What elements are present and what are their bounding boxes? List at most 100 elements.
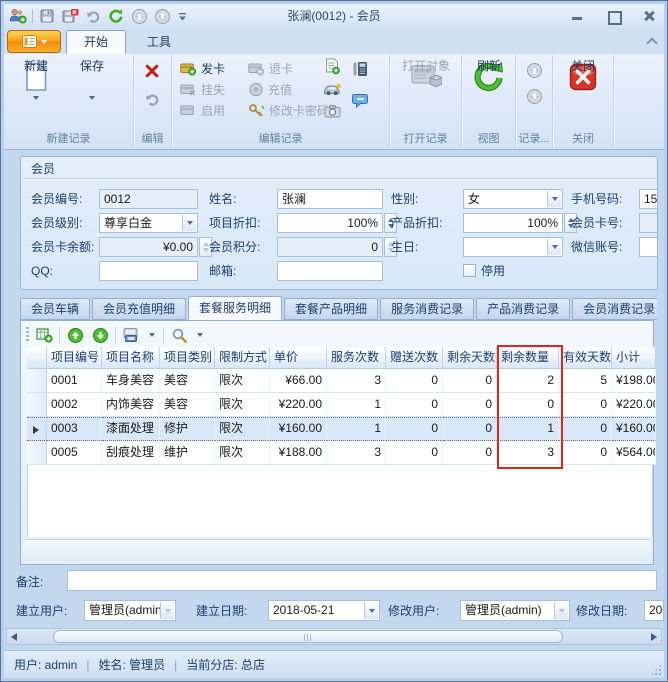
grid-cell[interactable]: 0 <box>386 393 443 417</box>
grid-cell[interactable]: 3 <box>327 369 386 393</box>
row-indicator[interactable] <box>27 393 47 417</box>
grid-cell[interactable]: 0003 <box>47 417 102 441</box>
refresh-button-qat[interactable] <box>106 6 126 26</box>
grid-cell[interactable]: 美容 <box>160 369 215 393</box>
undo-button[interactable] <box>142 89 162 108</box>
grid-column-header-0[interactable]: 项目编号 <box>47 347 102 369</box>
return-card-button[interactable]: 退卡 <box>248 59 293 78</box>
search-dropdown-button[interactable] <box>194 325 206 345</box>
grid-cell[interactable]: ¥198.00 <box>612 369 656 393</box>
close-window-button[interactable] <box>642 9 656 23</box>
grid-cell[interactable]: 2 <box>497 369 559 393</box>
detail-tab-2[interactable]: 套餐服务明细 <box>188 296 282 320</box>
points-field[interactable]: 0 <box>277 237 383 257</box>
grid-cell[interactable]: 维护 <box>160 441 215 465</box>
save-button-qat[interactable] <box>37 6 57 26</box>
minimize-button[interactable] <box>570 9 584 23</box>
undo-button-qat[interactable] <box>83 6 103 26</box>
grid-cell[interactable]: 0 <box>559 441 612 465</box>
detail-tab-3[interactable]: 套餐产品明细 <box>284 298 378 320</box>
disabled-checkbox[interactable] <box>463 264 476 277</box>
grid-cell[interactable]: 1 <box>327 417 386 441</box>
grid-cell[interactable]: 0 <box>386 417 443 441</box>
grid-column-header-7[interactable]: 剩余天数 <box>443 347 497 369</box>
previous-record-button[interactable] <box>524 61 544 80</box>
delete-button[interactable] <box>142 61 162 80</box>
issue-card-button[interactable]: 发卡 <box>180 59 225 78</box>
grid-cell[interactable]: 0 <box>443 441 497 465</box>
member-photo-button[interactable] <box>322 101 342 120</box>
grid-cell[interactable]: 限次 <box>215 417 270 441</box>
grid-cell[interactable]: 0 <box>559 393 612 417</box>
ribbon-tab-start[interactable]: 开始 <box>66 30 126 54</box>
grid-cell[interactable]: ¥564.00 <box>612 441 656 465</box>
grid-cell[interactable]: 3 <box>497 441 559 465</box>
grid-cell[interactable]: ¥220.00 <box>270 393 327 417</box>
save-button[interactable]: 保存 <box>66 58 118 124</box>
member-no-field[interactable]: 0012 <box>99 189 198 209</box>
grid-column-header-2[interactable]: 项目类别 <box>160 347 215 369</box>
birthday-select[interactable] <box>463 237 563 257</box>
level-dropdown-icon[interactable] <box>182 215 196 231</box>
horizontal-scrollbar[interactable] <box>6 628 662 645</box>
grid-cell[interactable]: 刮痕处理 <box>102 441 160 465</box>
grid-cell[interactable]: 0002 <box>47 393 102 417</box>
grid-column-header-1[interactable]: 项目名称 <box>102 347 160 369</box>
grid-cell[interactable]: 限次 <box>215 393 270 417</box>
restore-button[interactable] <box>606 9 620 23</box>
save-close-button[interactable] <box>60 6 80 26</box>
row-indicator[interactable] <box>27 369 47 393</box>
scroll-right-icon[interactable] <box>651 633 657 641</box>
move-down-button[interactable] <box>90 325 110 345</box>
recharge-button[interactable]: 充值 <box>248 80 292 99</box>
ribbon-collapse-icon[interactable] <box>648 37 656 45</box>
search-button[interactable] <box>169 325 189 345</box>
grid-cell[interactable]: 内饰美容 <box>102 393 160 417</box>
grid-row-2[interactable]: 0003漆面处理修护限次¥160.0010010¥160.00 <box>27 417 656 441</box>
record-up-button-qat[interactable] <box>129 6 149 26</box>
created-by-select[interactable]: 管理员(admin) <box>84 600 176 621</box>
grid-cell[interactable]: 车身美容 <box>102 369 160 393</box>
product-discount-field[interactable]: 100% <box>463 213 563 233</box>
grid-cell[interactable]: 0005 <box>47 441 102 465</box>
grid-cell[interactable]: 0 <box>386 441 443 465</box>
detail-tab-6[interactable]: 会员消费记录 <box>572 298 657 320</box>
member-message-button[interactable] <box>350 91 370 110</box>
export-button[interactable] <box>121 325 141 345</box>
ribbon-tab-tools[interactable]: 工具 <box>130 31 188 54</box>
balance-field[interactable]: ¥0.00 <box>99 237 198 257</box>
grid-cell[interactable]: 3 <box>327 441 386 465</box>
next-record-button[interactable] <box>524 87 544 106</box>
grid-cell[interactable]: ¥66.00 <box>270 369 327 393</box>
add-record-button[interactable] <box>34 325 54 345</box>
grid-cell[interactable]: 限次 <box>215 369 270 393</box>
email-field[interactable] <box>277 261 383 281</box>
wechat-field[interactable] <box>639 237 658 257</box>
grid-column-header-4[interactable]: 单价 <box>270 347 327 369</box>
remarks-field[interactable] <box>67 570 657 591</box>
grid-cell[interactable]: 0001 <box>47 369 102 393</box>
item-discount-field[interactable]: 100% <box>277 213 383 233</box>
member-phone-button[interactable] <box>350 59 370 78</box>
grid-row-0[interactable]: 0001车身美容美容限次¥66.0030025¥198.00 <box>27 369 656 393</box>
modified-date-field[interactable]: 20 <box>644 600 664 621</box>
modified-by-select[interactable]: 管理员(admin) <box>460 600 570 621</box>
level-select[interactable]: 尊享白金 <box>99 213 198 233</box>
add-member-button[interactable] <box>8 6 28 26</box>
grid-cell[interactable]: 漆面处理 <box>102 417 160 441</box>
phone-field[interactable]: 158 <box>639 189 658 209</box>
refresh-button[interactable]: 刷新 <box>463 58 515 124</box>
detail-tab-5[interactable]: 产品消费记录 <box>476 298 570 320</box>
grid-cell[interactable]: 0 <box>443 393 497 417</box>
member-doc-button[interactable] <box>322 57 342 76</box>
member-vehicle-button[interactable] <box>322 79 342 98</box>
grid-cell[interactable]: 0 <box>443 369 497 393</box>
grid-column-header-3[interactable]: 限制方式 <box>215 347 270 369</box>
export-dropdown-button[interactable] <box>146 325 158 345</box>
grid-cell[interactable]: ¥160.00 <box>612 417 656 441</box>
grid-row-1[interactable]: 0002内饰美容美容限次¥220.0010000¥220.00 <box>27 393 656 417</box>
scroll-left-icon[interactable] <box>11 633 17 641</box>
grid-cell[interactable]: ¥160.00 <box>270 417 327 441</box>
qq-field[interactable] <box>99 261 198 281</box>
grid-cell[interactable]: 5 <box>559 369 612 393</box>
